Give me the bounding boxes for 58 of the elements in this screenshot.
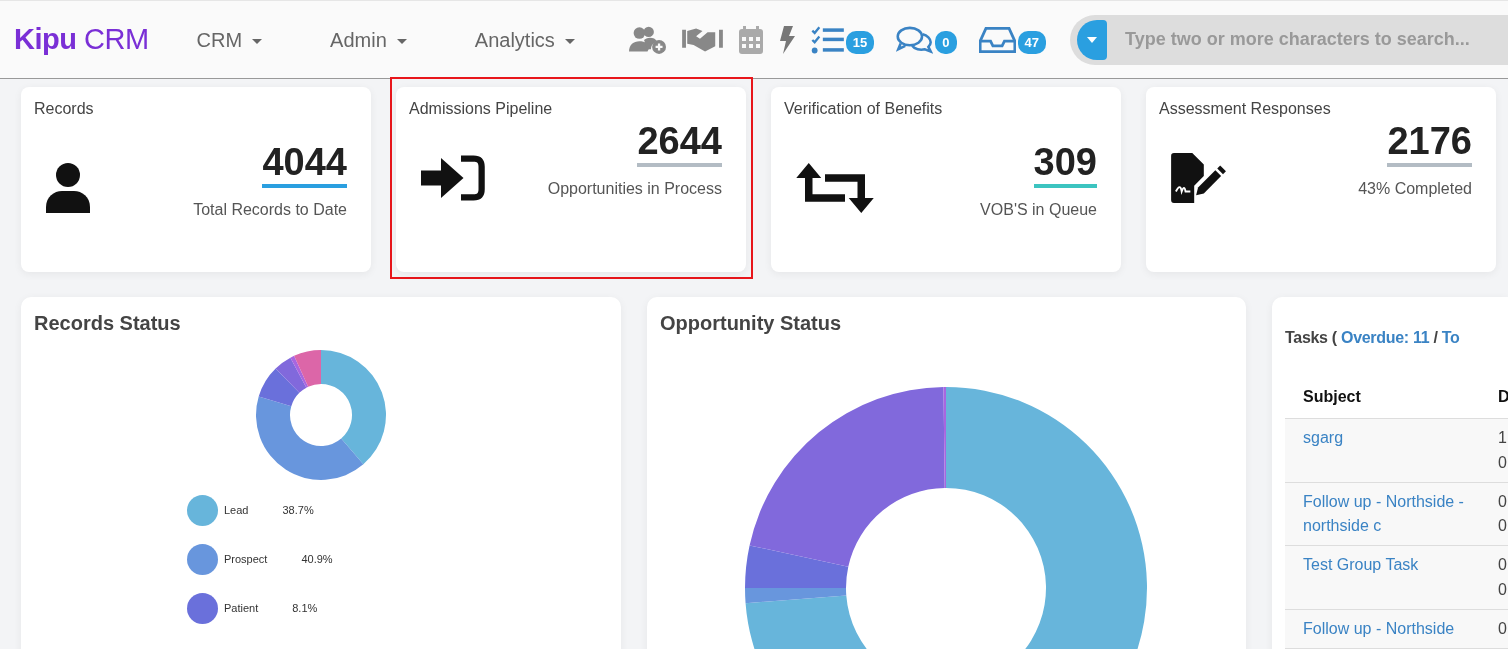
stat-caption: Opportunities in Process [547, 178, 722, 199]
legend-value: 40.9% [301, 552, 333, 568]
stat-caption: VOB'S in Queue [980, 200, 1097, 220]
menu-dropdown[interactable]: CRM [174, 24, 285, 55]
stat-number: 2176 [1387, 121, 1472, 167]
person-icon [46, 162, 90, 213]
card-title: Assessment Responses [1159, 99, 1332, 119]
stat-number: 2644 [637, 121, 722, 167]
card-title: Tasks ( [1285, 329, 1337, 346]
card-title: Opportunity Status [660, 311, 843, 335]
date-text: 0 [1498, 555, 1508, 576]
user-plus-button[interactable] [628, 25, 666, 54]
chat-bubbles-icon [896, 25, 934, 54]
card-title: Records Status [34, 311, 182, 335]
card-title: Records [34, 99, 95, 119]
inbox-tray-icon [978, 25, 1016, 54]
total-link[interactable]: To [1441, 329, 1460, 346]
legend-value: 8.1% [292, 601, 318, 617]
user-plus-icon [628, 25, 666, 54]
caret-icon [1087, 36, 1097, 43]
menu-dropdown[interactable]: Analytics [452, 24, 597, 55]
search-field[interactable]: Type two or more characters to search... [1107, 25, 1508, 54]
checklist-button[interactable]: 15 [810, 24, 875, 55]
calendar-button[interactable] [738, 25, 763, 54]
date-text: 1 [1498, 428, 1508, 448]
repeat-arrows-icon [796, 162, 874, 213]
overdue-link[interactable]: Overdue: 11 [1341, 329, 1430, 346]
lightning-bolt-icon [778, 25, 795, 54]
search-box[interactable]: Type two or more characters to search... [1070, 14, 1508, 65]
stat-caption: Total Records to Date [193, 200, 347, 220]
legend-label: Patient [224, 601, 259, 617]
date-text: 0 [1498, 580, 1508, 600]
count-badge: 0 [935, 30, 957, 55]
stat-number: 4044 [262, 143, 347, 188]
legend-label: Lead [224, 503, 249, 519]
signed-document-icon [1171, 153, 1227, 203]
count-badge: 47 [1017, 30, 1046, 55]
calendar-icon [738, 25, 763, 54]
card-title: Admissions Pipeline [409, 99, 554, 119]
stat-caption: 43% Completed [1358, 178, 1472, 199]
chat-bubbles-button[interactable]: 0 [896, 24, 957, 55]
kipu-crm-logo[interactable]: Kipu CRM [14, 17, 149, 62]
legend-value: 38.7% [282, 503, 314, 519]
date-text: 0 [1498, 452, 1508, 473]
count-badge: 15 [845, 30, 875, 55]
stat-number: 309 [1033, 143, 1097, 188]
checklist-icon [810, 25, 844, 54]
date-text: 0 [1498, 516, 1508, 537]
inbox-tray-button[interactable]: 47 [978, 24, 1046, 55]
legend-label: Prospect [224, 552, 268, 568]
search-dropdown-button[interactable] [1077, 19, 1107, 60]
lightning-bolt-button[interactable] [778, 25, 795, 54]
separator-text: / [1433, 329, 1438, 346]
sign-in-arrow-icon [421, 153, 486, 203]
date-text: 0 [1498, 491, 1508, 512]
card-title: Verification of Benefits [784, 99, 944, 119]
date-text: 0 [1498, 618, 1508, 639]
menu-dropdown[interactable]: Admin [308, 24, 429, 55]
